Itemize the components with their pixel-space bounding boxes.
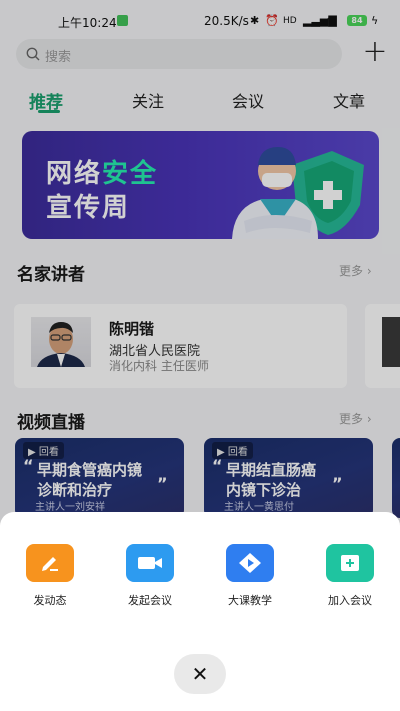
action-post-update-label: 发动态 bbox=[33, 594, 67, 607]
action-join-meeting-label: 加入会议 bbox=[328, 594, 372, 607]
video-camera-icon bbox=[126, 544, 174, 582]
close-icon: ✕ bbox=[191, 662, 209, 686]
play-icon bbox=[226, 544, 274, 582]
action-post-update[interactable]: 发动态 bbox=[10, 544, 90, 608]
add-box-icon bbox=[326, 544, 374, 582]
action-big-class-label: 大课教学 bbox=[228, 594, 272, 607]
action-join-meeting[interactable]: 加入会议 bbox=[310, 544, 390, 608]
action-start-meeting[interactable]: 发起会议 bbox=[110, 544, 190, 608]
edit-icon bbox=[26, 544, 74, 582]
action-start-meeting-label: 发起会议 bbox=[128, 594, 172, 607]
close-button[interactable]: ✕ bbox=[174, 654, 226, 694]
action-big-class[interactable]: 大课教学 bbox=[210, 544, 290, 608]
